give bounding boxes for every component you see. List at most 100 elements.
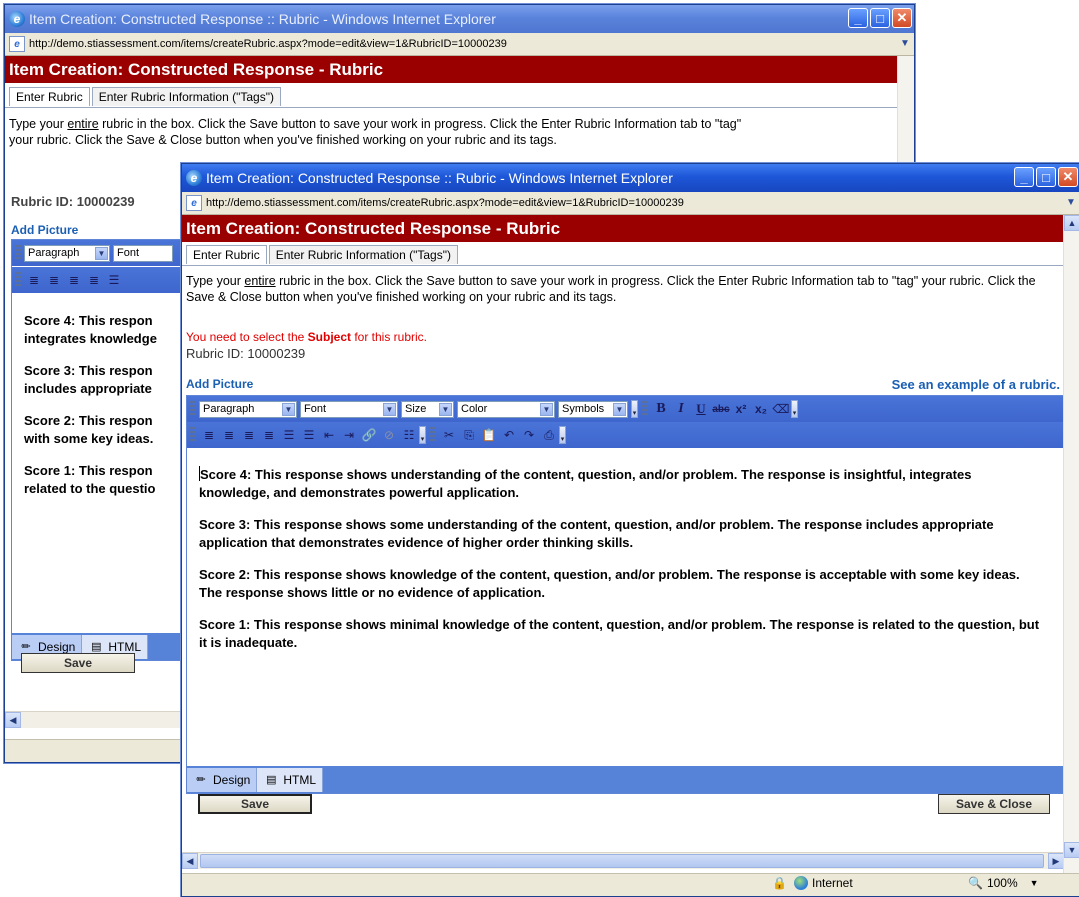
symbols-select[interactable]: Symbols ▼ bbox=[558, 400, 628, 418]
back-save-button[interactable]: Save bbox=[21, 653, 135, 673]
horizontal-scrollbar[interactable]: ◀ ▶ bbox=[182, 852, 1064, 869]
horizontal-rule-icon[interactable]: ☷ bbox=[400, 426, 418, 444]
color-select[interactable]: Color ▼ bbox=[457, 400, 555, 418]
font-select[interactable]: Font ▼ bbox=[300, 400, 398, 418]
paste-icon[interactable]: 📋 bbox=[480, 426, 498, 444]
back-address-bar[interactable]: e http://demo.stiassessment.com/items/cr… bbox=[5, 33, 914, 56]
maximize-icon[interactable]: □ bbox=[1036, 167, 1056, 187]
vertical-scrollbar[interactable]: ▲ ▼ bbox=[1063, 215, 1079, 896]
toolbar-grip-icon[interactable] bbox=[15, 245, 21, 261]
chevron-down-icon[interactable]: ▼ bbox=[1064, 195, 1078, 210]
align-left-icon[interactable]: ≣ bbox=[25, 271, 43, 289]
cut-icon[interactable]: ✂ bbox=[440, 426, 458, 444]
bold-icon[interactable]: B bbox=[652, 400, 670, 418]
align-right-icon[interactable]: ≣ bbox=[240, 426, 258, 444]
scroll-up-icon[interactable]: ▲ bbox=[1064, 215, 1079, 231]
align-center-icon[interactable]: ≣ bbox=[45, 271, 63, 289]
toolbar-grip-icon[interactable] bbox=[190, 427, 196, 443]
chevron-down-icon[interactable]: ▼ bbox=[613, 402, 626, 416]
toolbar-grip-icon[interactable] bbox=[642, 401, 648, 417]
example-rubric-link[interactable]: See an example of a rubric. bbox=[892, 377, 1060, 392]
justify-icon[interactable]: ≣ bbox=[260, 426, 278, 444]
back-page-header: Item Creation: Constructed Response - Ru… bbox=[5, 56, 898, 83]
ie-logo-icon: e bbox=[186, 170, 202, 186]
toolbar-overflow-icon[interactable]: ▾ bbox=[419, 426, 426, 444]
score-2-paragraph: Score 2: This response shows knowledge o… bbox=[199, 567, 1020, 600]
indent-icon[interactable]: ⇥ bbox=[340, 426, 358, 444]
save-button[interactable]: Save bbox=[198, 794, 312, 814]
toolbar-overflow-icon[interactable]: ▾ bbox=[791, 400, 798, 418]
eraser-icon[interactable]: ⌫ bbox=[772, 400, 790, 418]
print-icon[interactable]: ⎙ bbox=[540, 426, 558, 444]
toolbar-grip-icon[interactable] bbox=[190, 401, 196, 417]
toolbar-grip-icon[interactable] bbox=[15, 272, 21, 288]
save-and-close-button[interactable]: Save & Close bbox=[938, 794, 1050, 814]
superscript-icon[interactable]: x² bbox=[732, 400, 750, 418]
front-address-bar[interactable]: e http://demo.stiassessment.com/items/cr… bbox=[182, 192, 1079, 215]
toolbar-overflow-icon[interactable]: ▾ bbox=[631, 400, 638, 418]
minimize-icon[interactable]: _ bbox=[848, 8, 868, 28]
paragraph-select[interactable]: Paragraph ▼ bbox=[199, 400, 297, 418]
rubric-text-area[interactable]: Score 4: This response shows understandi… bbox=[187, 449, 1063, 766]
unlink-icon[interactable]: ⊘ bbox=[380, 426, 398, 444]
scroll-down-icon[interactable]: ▼ bbox=[1064, 842, 1079, 858]
chevron-down-icon[interactable]: ▼ bbox=[1030, 878, 1039, 888]
back-font-select[interactable]: Font bbox=[113, 244, 173, 262]
back-tab-enter-rubric[interactable]: Enter Rubric bbox=[9, 87, 90, 106]
chevron-down-icon[interactable]: ▼ bbox=[383, 402, 396, 416]
chevron-down-icon[interactable]: ▼ bbox=[439, 402, 452, 416]
back-paragraph-select[interactable]: Paragraph ▼ bbox=[24, 244, 110, 262]
outdent-icon[interactable]: ⇤ bbox=[320, 426, 338, 444]
add-picture-link[interactable]: Add Picture bbox=[186, 377, 253, 391]
scroll-left-icon[interactable]: ◀ bbox=[182, 853, 198, 869]
back-url[interactable]: http://demo.stiassessment.com/items/crea… bbox=[29, 38, 507, 50]
zoom-indicator[interactable]: 🔍 100% ▼ bbox=[968, 876, 1039, 890]
instructions-text: Type your entire rubric in the box. Clic… bbox=[186, 274, 1036, 304]
back-tab-rubric-info[interactable]: Enter Rubric Information ("Tags") bbox=[91, 87, 281, 106]
align-left-icon[interactable]: ≣ bbox=[200, 426, 218, 444]
chevron-down-icon[interactable]: ▼ bbox=[540, 402, 553, 416]
numbered-list-icon[interactable]: ☰ bbox=[280, 426, 298, 444]
status-bar: 🔒 Internet 🔍 100% ▼ bbox=[182, 873, 1079, 896]
copy-icon[interactable]: ⎘ bbox=[460, 426, 478, 444]
list-icon[interactable]: ☰ bbox=[105, 271, 123, 289]
scroll-left-icon[interactable]: ◀ bbox=[5, 712, 21, 728]
front-browser-window[interactable]: e Item Creation: Constructed Response ::… bbox=[181, 163, 1079, 897]
page-favicon-icon: e bbox=[9, 36, 25, 52]
maximize-icon[interactable]: □ bbox=[870, 8, 890, 28]
justify-icon[interactable]: ≣ bbox=[85, 271, 103, 289]
link-icon[interactable]: 🔗 bbox=[360, 426, 378, 444]
minimize-icon[interactable]: _ bbox=[1014, 167, 1034, 187]
rubric-editor[interactable]: Paragraph ▼ Font ▼ Size ▼ Color ▼ Symbols ▼ ▾… bbox=[186, 395, 1064, 794]
toolbar-grip-icon[interactable] bbox=[430, 427, 436, 443]
align-right-icon[interactable]: ≣ bbox=[65, 271, 83, 289]
design-mode-tab[interactable]: ✏ Design bbox=[187, 767, 258, 792]
underline-icon[interactable]: U bbox=[692, 400, 710, 418]
front-title-bar[interactable]: e Item Creation: Constructed Response ::… bbox=[182, 164, 1079, 192]
toolbar-overflow-icon[interactable]: ▾ bbox=[559, 426, 566, 444]
close-icon[interactable]: ✕ bbox=[892, 8, 912, 28]
back-horizontal-scrollbar[interactable]: ◀ bbox=[5, 711, 185, 728]
chevron-down-icon[interactable]: ▼ bbox=[282, 402, 295, 416]
front-url[interactable]: http://demo.stiassessment.com/items/crea… bbox=[206, 197, 684, 209]
bulleted-list-icon[interactable]: ☰ bbox=[300, 426, 318, 444]
close-icon[interactable]: ✕ bbox=[1058, 167, 1078, 187]
tab-enter-rubric-information[interactable]: Enter Rubric Information ("Tags") bbox=[268, 245, 458, 264]
subscript-icon[interactable]: x₂ bbox=[752, 400, 770, 418]
scroll-right-icon[interactable]: ▶ bbox=[1048, 853, 1064, 869]
chevron-down-icon[interactable]: ▼ bbox=[898, 36, 912, 51]
back-title-bar[interactable]: e Item Creation: Constructed Response ::… bbox=[5, 5, 914, 33]
zone-indicator[interactable]: Internet bbox=[794, 876, 853, 890]
score-3-paragraph: Score 3: This response shows some unders… bbox=[199, 517, 994, 550]
scroll-thumb[interactable] bbox=[200, 854, 1044, 868]
italic-icon[interactable]: I bbox=[672, 400, 690, 418]
tab-enter-rubric[interactable]: Enter Rubric bbox=[186, 245, 267, 264]
redo-icon[interactable]: ↷ bbox=[520, 426, 538, 444]
size-select[interactable]: Size ▼ bbox=[401, 400, 454, 418]
strikethrough-icon[interactable]: abc bbox=[712, 400, 730, 418]
score-4-paragraph: Score 4: This response shows understandi… bbox=[199, 466, 972, 500]
undo-icon[interactable]: ↶ bbox=[500, 426, 518, 444]
html-mode-tab[interactable]: ▤ HTML bbox=[257, 767, 324, 792]
align-center-icon[interactable]: ≣ bbox=[220, 426, 238, 444]
back-add-picture-link[interactable]: Add Picture bbox=[11, 223, 78, 237]
